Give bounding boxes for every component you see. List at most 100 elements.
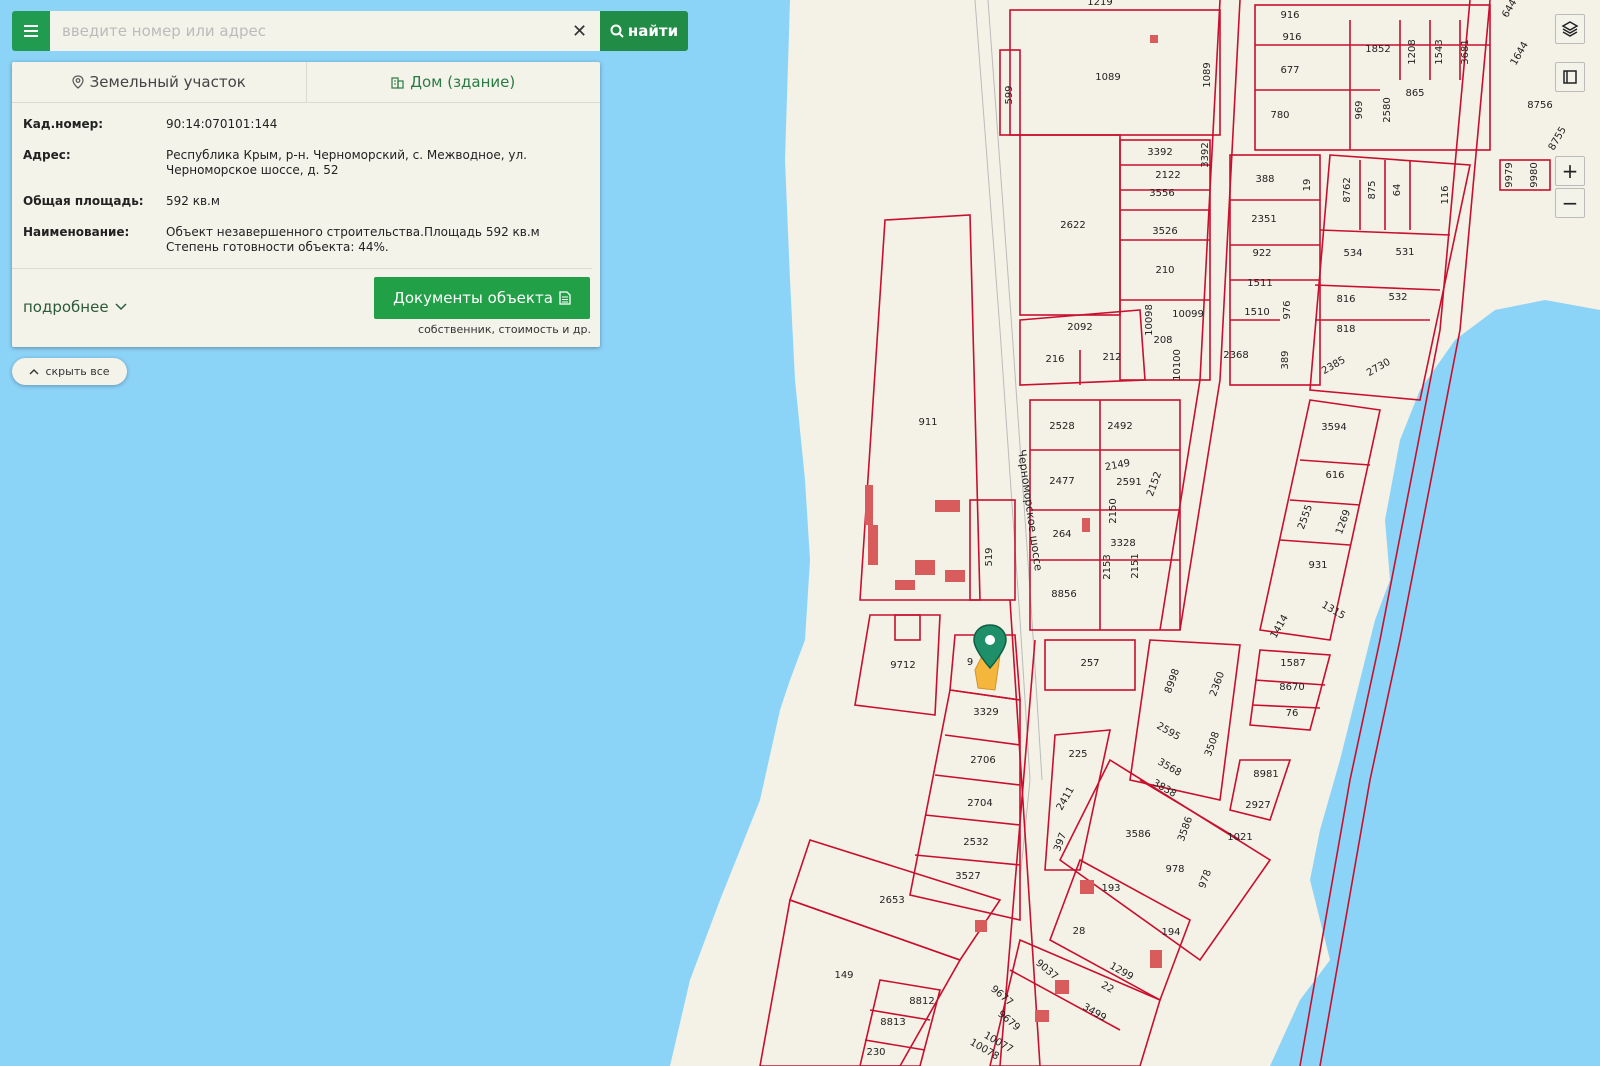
- parcel-label: 1587: [1280, 658, 1305, 669]
- search-bar: ✕ найти: [12, 11, 688, 51]
- object-name-value: Объект незавершенного строительства.Площ…: [166, 225, 540, 254]
- parcel-label: 531: [1395, 247, 1414, 258]
- parcel-label: 1511: [1247, 278, 1272, 289]
- layers-button[interactable]: [1555, 14, 1585, 44]
- parcel-label: 1089: [1095, 72, 1120, 83]
- parcel-label: 599: [1004, 85, 1015, 104]
- parcel-label: 1543: [1434, 39, 1445, 64]
- documents-note: собственник, стоимость и др.: [418, 323, 591, 336]
- parcel-label: 519: [984, 547, 995, 566]
- parcel-label: 3526: [1152, 226, 1177, 237]
- parcel-label: 2706: [970, 755, 995, 766]
- parcel-label: 2092: [1067, 322, 1092, 333]
- close-icon[interactable]: ✕: [572, 21, 587, 42]
- parcel-label: 10098: [1144, 304, 1155, 336]
- parcel-label: 911: [918, 417, 937, 428]
- search-input[interactable]: [50, 11, 600, 51]
- parcel-label: 8812: [909, 996, 934, 1007]
- tab-land-plot[interactable]: Земельный участок: [12, 62, 306, 102]
- parcel-label: 28: [1073, 926, 1086, 937]
- area-value: 592 кв.м: [166, 194, 220, 208]
- parcel-label: 10099: [1172, 309, 1204, 320]
- parcel-label: 3594: [1321, 422, 1346, 433]
- hamburger-icon: [24, 30, 38, 32]
- parcel-label: 212: [1102, 352, 1121, 363]
- chevron-up-icon: [29, 369, 39, 375]
- parcel-label: 780: [1270, 110, 1289, 121]
- more-details-label: подробнее: [23, 298, 109, 316]
- parcel-label: 2528: [1049, 421, 1074, 432]
- parcel-label: 2351: [1251, 214, 1276, 225]
- parcel-label: 818: [1336, 324, 1355, 335]
- address-value: Республика Крым, р-н. Черноморский, с. М…: [166, 148, 527, 177]
- tab-land-plot-label: Земельный участок: [89, 73, 246, 91]
- parcel-label: 3586: [1125, 829, 1150, 840]
- parcel-label: 677: [1280, 65, 1299, 76]
- parcel-label: 3681: [1460, 39, 1471, 64]
- zoom-in-button[interactable]: +: [1555, 156, 1585, 186]
- parcel-label: 532: [1388, 292, 1407, 303]
- parcel-label: 1510: [1244, 307, 1269, 318]
- parcel-label: 8762: [1342, 177, 1353, 202]
- parcel-label: 976: [1282, 300, 1293, 319]
- hide-all-button[interactable]: скрыть все: [12, 358, 127, 385]
- zoom-out-label: −: [1561, 191, 1579, 215]
- parcel-label: 149: [834, 970, 853, 981]
- parcel-label: 1852: [1365, 44, 1390, 55]
- parcel-label: 216: [1045, 354, 1064, 365]
- parcel-label: 193: [1101, 883, 1120, 894]
- parcel-label: 3328: [1110, 538, 1135, 549]
- find-button[interactable]: найти: [600, 11, 688, 51]
- parcel-label: 2927: [1245, 800, 1270, 811]
- building-icon: [391, 76, 404, 89]
- tab-building[interactable]: Дом (здание): [305, 62, 601, 102]
- parcel-label: 2368: [1223, 350, 1248, 361]
- object-details: Кад.номер: 90:14:070101:144 Адрес: Респу…: [12, 103, 600, 255]
- parcel-label: 116: [1440, 185, 1451, 204]
- object-name-label: Наименование:: [23, 225, 130, 239]
- parcel-label: 2492: [1107, 421, 1132, 432]
- parcel-label: 388: [1255, 174, 1274, 185]
- parcel-label: 931: [1308, 560, 1327, 571]
- area-row: Общая площадь: 592 кв.м: [23, 194, 589, 209]
- parcel-label: 64: [1392, 184, 1403, 197]
- parcel-label: 3556: [1149, 188, 1174, 199]
- parcel-label: 8756: [1527, 100, 1552, 111]
- zoom-out-button[interactable]: −: [1555, 188, 1585, 218]
- parcel-label: 208: [1153, 335, 1172, 346]
- hide-all-label: скрыть все: [45, 365, 110, 378]
- cadastral-number-value: 90:14:070101:144: [166, 117, 278, 131]
- area-label: Общая площадь:: [23, 194, 144, 208]
- menu-button[interactable]: [12, 11, 50, 51]
- more-details-toggle[interactable]: подробнее: [23, 298, 127, 316]
- parcel-label: 3392: [1200, 142, 1211, 167]
- parcel-label: 2622: [1060, 220, 1085, 231]
- parcel-label: 969: [1354, 100, 1365, 119]
- divider: [12, 268, 592, 269]
- parcel-label: 2122: [1155, 170, 1180, 181]
- fullscreen-button[interactable]: [1555, 62, 1585, 92]
- object-documents-button[interactable]: Документы объекта: [374, 277, 590, 319]
- parcel-label: 616: [1325, 470, 1344, 481]
- object-documents-label: Документы объекта: [393, 289, 553, 307]
- object-tabs: Земельный участок Дом (здание): [12, 62, 600, 103]
- parcel-label: 264: [1052, 529, 1071, 540]
- parcel-label: 2532: [963, 837, 988, 848]
- parcel-label: 3329: [973, 707, 998, 718]
- parcel-label: 2477: [1049, 476, 1074, 487]
- parcel-label: 1208: [1407, 39, 1418, 64]
- parcel-label: 2151: [1130, 553, 1141, 578]
- object-info-panel: Земельный участок Дом (здание) Кад.номер…: [12, 62, 600, 347]
- parcel-label: 9979: [1504, 162, 1515, 187]
- object-name-row: Наименование: Объект незавершенного стро…: [23, 225, 589, 255]
- chevron-down-icon: [115, 303, 127, 311]
- parcel-label: 922: [1252, 248, 1271, 259]
- parcel-label: 1219: [1087, 0, 1112, 8]
- parcel-label: 978: [1165, 864, 1184, 875]
- parcel-label: 2591: [1116, 477, 1141, 488]
- parcel-label: 8670: [1279, 682, 1304, 693]
- parcel-label: 875: [1367, 180, 1378, 199]
- parcel-label: 2150: [1108, 498, 1119, 523]
- parcel-label: 2704: [967, 798, 992, 809]
- parcel-label: 534: [1343, 248, 1362, 259]
